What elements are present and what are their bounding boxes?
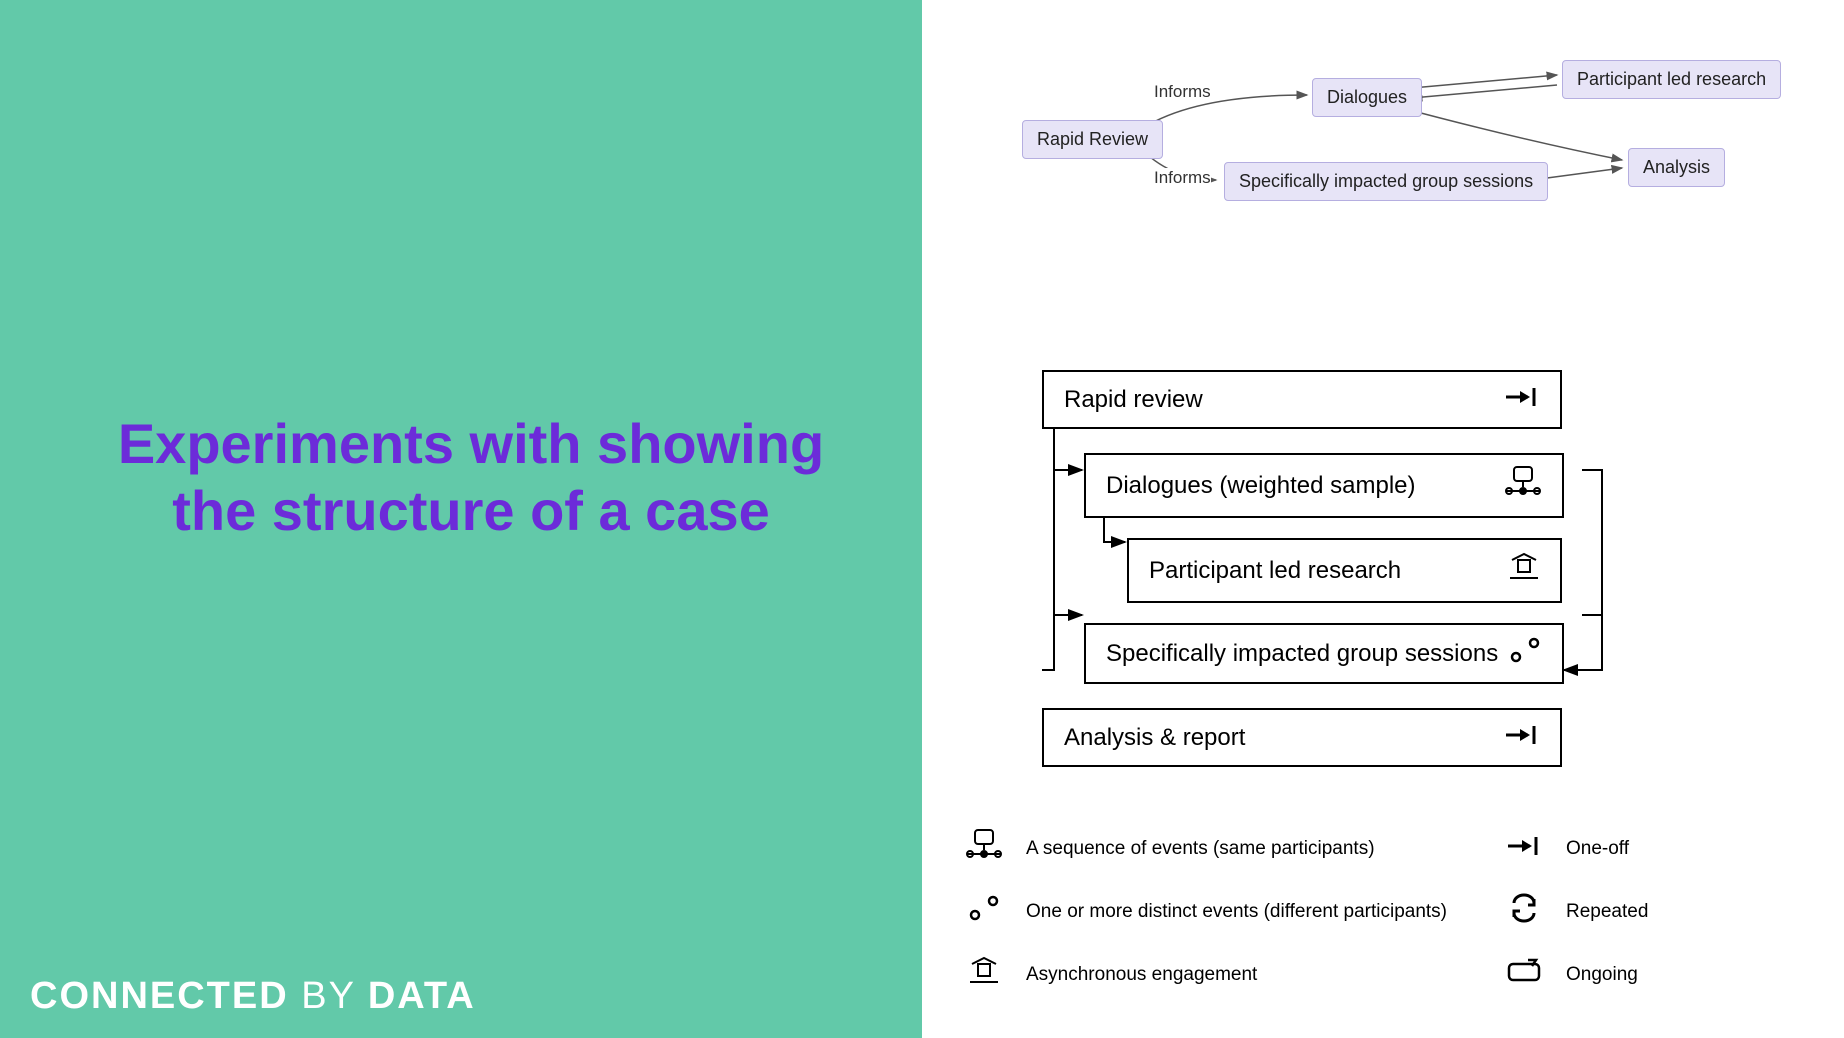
ongoing-icon xyxy=(1502,958,1546,991)
legend-oneoff-label: One-off xyxy=(1566,838,1629,860)
legend-sequence: A sequence of events (same participants) xyxy=(962,830,1502,867)
legend: A sequence of events (same participants)… xyxy=(962,830,1812,993)
structure-diagram: Rapid review Dialogues (weighted sample)… xyxy=(1042,370,1762,767)
structure-participant-led: Participant led research xyxy=(1127,538,1562,603)
distinct-icon xyxy=(1508,637,1542,670)
brand-last: DATA xyxy=(368,975,476,1017)
structure-impacted-sessions: Specifically impacted group sessions xyxy=(1084,623,1564,684)
structure-dialogues-label: Dialogues (weighted sample) xyxy=(1106,472,1416,500)
brand-middle: BY xyxy=(289,975,368,1017)
legend-oneoff: One-off xyxy=(1502,830,1802,867)
structure-dialogues: Dialogues (weighted sample) xyxy=(1084,453,1564,518)
structure-rapid-review-label: Rapid review xyxy=(1064,386,1203,414)
legend-distinct: One or more distinct events (different p… xyxy=(962,895,1502,928)
structure-impacted-sessions-label: Specifically impacted group sessions xyxy=(1106,640,1498,668)
legend-ongoing-label: Ongoing xyxy=(1566,964,1638,986)
sequence-icon xyxy=(962,830,1006,867)
flow-node-impacted-sessions: Specifically impacted group sessions xyxy=(1224,162,1548,201)
slide-title: Experiments with showing the structure o… xyxy=(100,410,842,544)
structure-rapid-review: Rapid review xyxy=(1042,370,1562,429)
right-panel: Rapid Review Informs Dialogues Participa… xyxy=(922,0,1844,1038)
oneoff-icon xyxy=(1504,722,1540,753)
flow-diagram: Rapid Review Informs Dialogues Participa… xyxy=(962,40,1812,250)
async-icon xyxy=(962,956,1006,993)
oneoff-icon xyxy=(1504,384,1540,415)
legend-repeated-label: Repeated xyxy=(1566,901,1648,923)
distinct-icon xyxy=(962,895,1006,928)
flow-node-participant-led: Participant led research xyxy=(1562,60,1781,99)
brand-logo: CONNECTED BY DATA xyxy=(30,975,476,1018)
structure-analysis-report: Analysis & report xyxy=(1042,708,1562,767)
legend-sequence-label: A sequence of events (same participants) xyxy=(1026,838,1375,860)
structure-analysis-report-label: Analysis & report xyxy=(1064,724,1245,752)
async-icon xyxy=(1508,552,1540,589)
flow-node-analysis: Analysis xyxy=(1628,148,1725,187)
left-panel: Experiments with showing the structure o… xyxy=(0,0,922,1038)
repeated-icon xyxy=(1502,895,1546,928)
legend-async: Asynchronous engagement xyxy=(962,956,1502,993)
legend-distinct-label: One or more distinct events (different p… xyxy=(1026,901,1447,923)
legend-async-label: Asynchronous engagement xyxy=(1026,964,1257,986)
legend-repeated: Repeated xyxy=(1502,895,1802,928)
brand-bold: CONNECTED xyxy=(30,975,289,1017)
flow-node-rapid-review: Rapid Review xyxy=(1022,120,1163,159)
oneoff-icon xyxy=(1502,833,1546,864)
flow-label-informs-2: Informs xyxy=(1154,168,1211,188)
sequence-icon xyxy=(1504,467,1542,504)
flow-label-informs-1: Informs xyxy=(1154,82,1211,102)
legend-ongoing: Ongoing xyxy=(1502,956,1802,993)
structure-participant-led-label: Participant led research xyxy=(1149,557,1401,585)
flow-node-dialogues: Dialogues xyxy=(1312,78,1422,117)
slide: Experiments with showing the structure o… xyxy=(0,0,1844,1038)
